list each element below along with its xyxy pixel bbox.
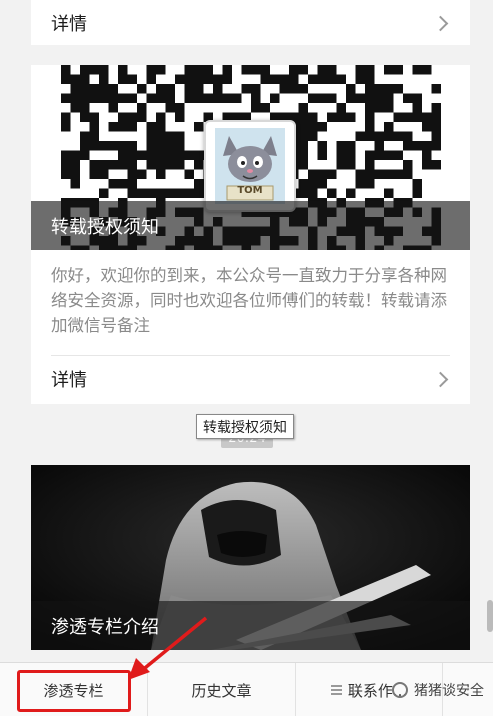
- article-summary: 你好，欢迎你的到来，本公众号一直致力于分享各种网络安全资源，同时也欢迎各位师傅们…: [51, 266, 447, 335]
- article-title-text: 转载授权须知: [51, 217, 159, 238]
- tooltip: 转载授权须知: [196, 414, 294, 439]
- article-title[interactable]: 渗透专栏介绍: [31, 601, 470, 650]
- article-card-2[interactable]: TOM 转载授权须知 你好，欢迎你的到来，本公众号一直致力于分享各种网络安全资源…: [31, 65, 470, 404]
- watermark: 猪猪谈安全: [392, 680, 484, 700]
- wechat-logo-icon: [392, 682, 408, 698]
- avatar-badge-text: TOM: [237, 185, 263, 196]
- avatar: TOM: [204, 120, 296, 212]
- detail-label: 详情: [51, 14, 87, 35]
- detail-row[interactable]: 详情: [31, 0, 470, 46]
- annotation-arrow-icon: [128, 616, 208, 680]
- scrollbar-thumb[interactable]: [487, 600, 493, 632]
- watermark-text: 猪猪谈安全: [414, 683, 484, 699]
- chevron-right-icon: [432, 15, 449, 31]
- menu-tab-label: 历史文章: [191, 681, 252, 700]
- chevron-right-icon: [432, 371, 449, 387]
- detail-row[interactable]: 详情: [31, 356, 470, 402]
- detail-label: 详情: [51, 370, 87, 391]
- article-card-3[interactable]: 渗透专栏介绍: [31, 465, 470, 650]
- submenu-icon: [330, 683, 342, 697]
- article-cover-image[interactable]: TOM 转载授权须知: [31, 65, 470, 250]
- article-title[interactable]: 转载授权须知: [31, 201, 470, 250]
- article-card-1[interactable]: 详情: [31, 0, 470, 45]
